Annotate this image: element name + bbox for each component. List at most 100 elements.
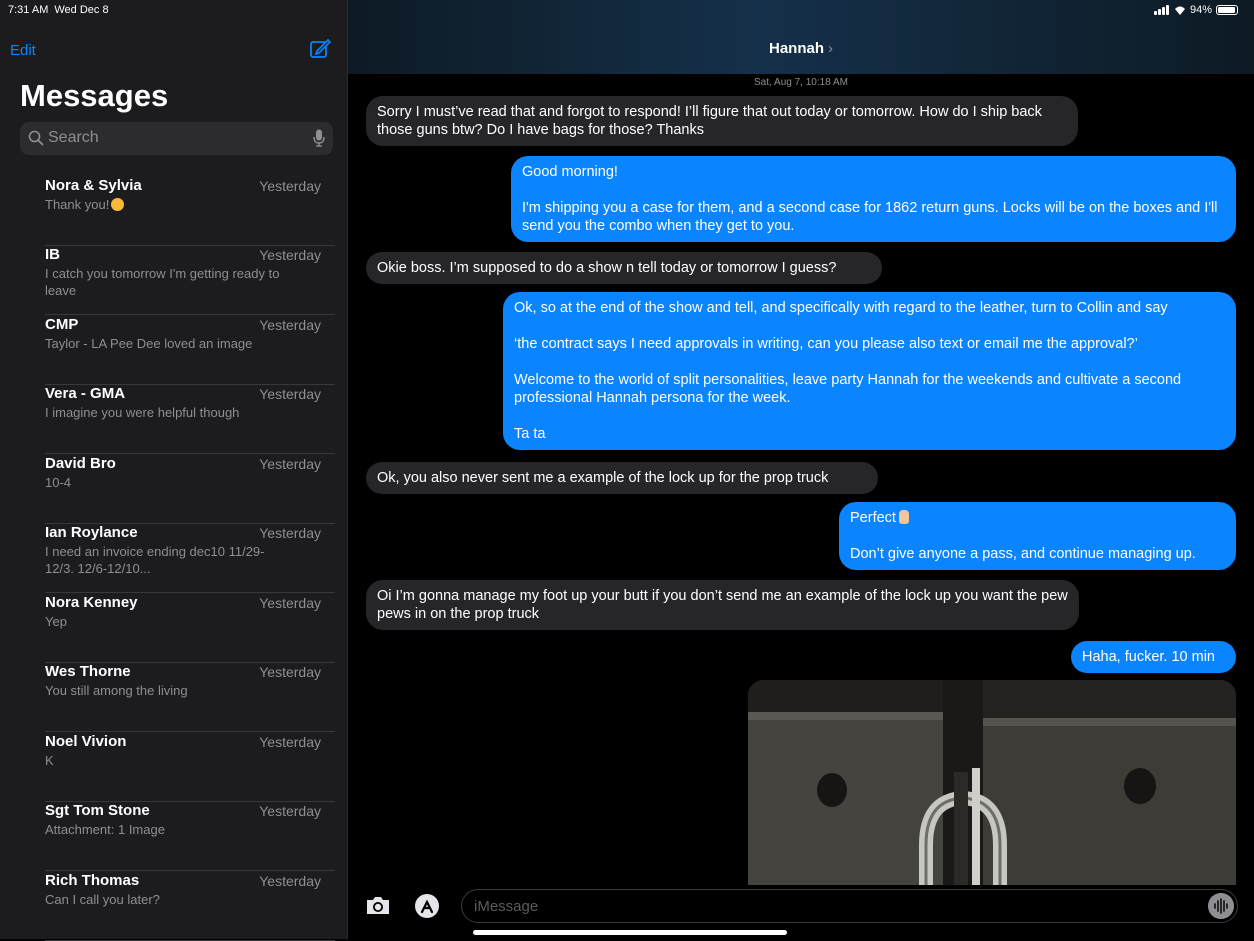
- row-divider: [45, 314, 335, 315]
- message-text: Ta ta: [514, 426, 546, 442]
- contact-name-button[interactable]: Hannah ›: [348, 40, 1254, 57]
- image-attachment[interactable]: [748, 680, 1236, 885]
- conversation-row[interactable]: Nora & Sylvia Yesterday Thank you!: [45, 177, 335, 246]
- message-bubble-outgoing[interactable]: Perfect Don’t give anyone a pass, and co…: [839, 502, 1236, 570]
- cellular-signal-icon: [1153, 5, 1170, 15]
- search-placeholder: Search: [48, 129, 99, 146]
- message-bubble-outgoing[interactable]: Haha, fucker. 10 min: [1071, 641, 1236, 673]
- conversation-time: Yesterday: [259, 247, 321, 263]
- message-text: Perfect: [850, 510, 896, 526]
- page-title: Messages: [20, 78, 169, 113]
- conversation-row[interactable]: Ian Roylance Yesterday I need an invoice…: [45, 524, 335, 593]
- conversation-name: Wes Thorne: [45, 663, 131, 680]
- message-text: Oi I’m gonna manage my foot up your butt…: [377, 588, 1068, 622]
- chat-header: 94% Hannah ›: [348, 0, 1254, 74]
- conversation-preview: Taylor - LA Pee Dee loved an image: [45, 336, 253, 351]
- message-bubble-incoming[interactable]: Ok, you also never sent me a example of …: [366, 462, 878, 494]
- conversation-preview: 10-4: [45, 475, 72, 490]
- message-text: I'm shipping you a case for them, and a …: [522, 200, 1218, 234]
- conversation-name: Nora Kenney: [45, 594, 138, 611]
- conversation-row[interactable]: David Bro Yesterday 10-4: [45, 455, 335, 524]
- conversation-row[interactable]: Rich Thomas Yesterday Can I call you lat…: [45, 872, 335, 941]
- conversation-name: Ian Roylance: [45, 524, 138, 541]
- imessage-placeholder: iMessage: [474, 898, 539, 915]
- compose-icon[interactable]: [309, 38, 331, 60]
- message-text: Ok, so at the end of the show and tell, …: [514, 300, 1168, 316]
- message-text: Don’t give anyone a pass, and continue m…: [850, 546, 1196, 562]
- conversation-preview: Can I call you later?: [45, 892, 160, 907]
- padlock-photo: [748, 680, 1236, 885]
- conversation-row[interactable]: Noel Vivion Yesterday K: [45, 733, 335, 802]
- pointing-hand-emoji-icon: [898, 510, 909, 524]
- conversation-preview: I imagine you were helpful though: [45, 405, 240, 420]
- conversation-preview: Attachment: 1 Image: [45, 822, 165, 837]
- wifi-icon: [1174, 6, 1185, 15]
- conversation-row[interactable]: CMP Yesterday Taylor - LA Pee Dee loved …: [45, 316, 335, 385]
- message-text: Welcome to the world of split personalit…: [514, 372, 1182, 406]
- conversation-preview: Yep: [45, 614, 67, 629]
- message-text: Ok, you also never sent me a example of …: [377, 470, 829, 486]
- imessage-input[interactable]: iMessage: [461, 889, 1238, 923]
- conversation-name: Sgt Tom Stone: [45, 802, 150, 819]
- chat-pane: 94% Hannah › Sat, Aug 7, 10:18 AM Sorry I…: [348, 0, 1254, 939]
- conversation-name: IB: [45, 246, 60, 263]
- message-bubble-incoming[interactable]: Sorry I must’ve read that and forgot to …: [366, 96, 1078, 146]
- row-divider: [45, 592, 335, 593]
- conversation-preview: Thank you!: [45, 197, 110, 212]
- conversation-time: Yesterday: [259, 734, 321, 750]
- battery-fill: [1218, 7, 1235, 13]
- conversation-time: Yesterday: [259, 317, 321, 333]
- message-bubble-incoming[interactable]: Oi I’m gonna manage my foot up your butt…: [366, 580, 1079, 630]
- status-time: 7:31 AM: [8, 4, 49, 16]
- conversation-row[interactable]: Wes Thorne Yesterday You still among the…: [45, 663, 335, 732]
- message-bubble-outgoing[interactable]: Ok, so at the end of the show and tell, …: [503, 292, 1236, 450]
- conversation-time: Yesterday: [259, 595, 321, 611]
- conversation-time: Yesterday: [259, 178, 321, 194]
- conversation-row[interactable]: IB Yesterday I catch you tomorrow I'm ge…: [45, 246, 335, 315]
- conversation-preview: I need an invoice ending dec10 11/29-12/…: [45, 544, 265, 576]
- conversation-row[interactable]: Nora Kenney Yesterday Yep: [45, 594, 335, 663]
- message-timestamp: Sat, Aug 7, 10:18 AM: [754, 77, 848, 88]
- message-text: Good morning!: [522, 164, 618, 180]
- conversation-sidebar: 7:31 AM Wed Dec 8 Edit Messages Search No…: [0, 0, 348, 941]
- battery-percent: 94%: [1189, 4, 1212, 16]
- battery-icon: [1216, 5, 1238, 15]
- conversation-time: Yesterday: [259, 386, 321, 402]
- conversation-name: Rich Thomas: [45, 872, 140, 889]
- conversation-time: Yesterday: [259, 873, 321, 889]
- message-text: ‘the contract says I need approvals in w…: [514, 336, 1138, 352]
- message-bubble-incoming[interactable]: Okie boss. I’m supposed to do a show n t…: [366, 252, 882, 284]
- conversation-time: Yesterday: [259, 664, 321, 680]
- conversation-time: Yesterday: [259, 456, 321, 472]
- search-input[interactable]: Search: [20, 122, 333, 155]
- app-store-icon[interactable]: [414, 893, 440, 919]
- conversation-name: Nora & Sylvia: [45, 177, 142, 194]
- status-date: Wed Dec 8: [54, 4, 109, 16]
- microphone-icon[interactable]: [313, 129, 325, 147]
- conversation-name: David Bro: [45, 455, 116, 472]
- message-bubble-outgoing[interactable]: Good morning! I'm shipping you a case fo…: [511, 156, 1236, 242]
- conversation-name: CMP: [45, 316, 79, 333]
- row-divider: [45, 731, 335, 732]
- conversation-time: Yesterday: [259, 525, 321, 541]
- conversation-name: Noel Vivion: [45, 733, 127, 750]
- message-text: Okie boss. I’m supposed to do a show n t…: [377, 260, 837, 276]
- contact-name: Hannah: [768, 40, 824, 57]
- conversation-name: Vera - GMA: [45, 385, 126, 402]
- conversation-row[interactable]: Sgt Tom Stone Yesterday Attachment: 1 Im…: [45, 802, 335, 871]
- conversation-preview: I catch you tomorrow I'm getting ready t…: [45, 266, 280, 298]
- status-indicators: 94%: [1153, 4, 1238, 16]
- conversation-row[interactable]: Vera - GMA Yesterday I imagine you were …: [45, 385, 335, 454]
- edit-button[interactable]: Edit: [10, 42, 36, 59]
- conversation-preview: You still among the living: [45, 683, 188, 698]
- status-time-date: 7:31 AM Wed Dec 8: [8, 4, 115, 16]
- audio-message-icon[interactable]: [1208, 893, 1234, 919]
- kiss-emoji-icon: [111, 198, 125, 211]
- camera-icon[interactable]: [365, 894, 391, 916]
- message-text: Sorry I must’ve read that and forgot to …: [377, 104, 1042, 138]
- message-text: Haha, fucker. 10 min: [1082, 649, 1215, 665]
- search-icon: [28, 130, 44, 146]
- row-divider: [45, 870, 335, 871]
- row-divider: [45, 453, 335, 454]
- chevron-right-icon: ›: [828, 40, 833, 57]
